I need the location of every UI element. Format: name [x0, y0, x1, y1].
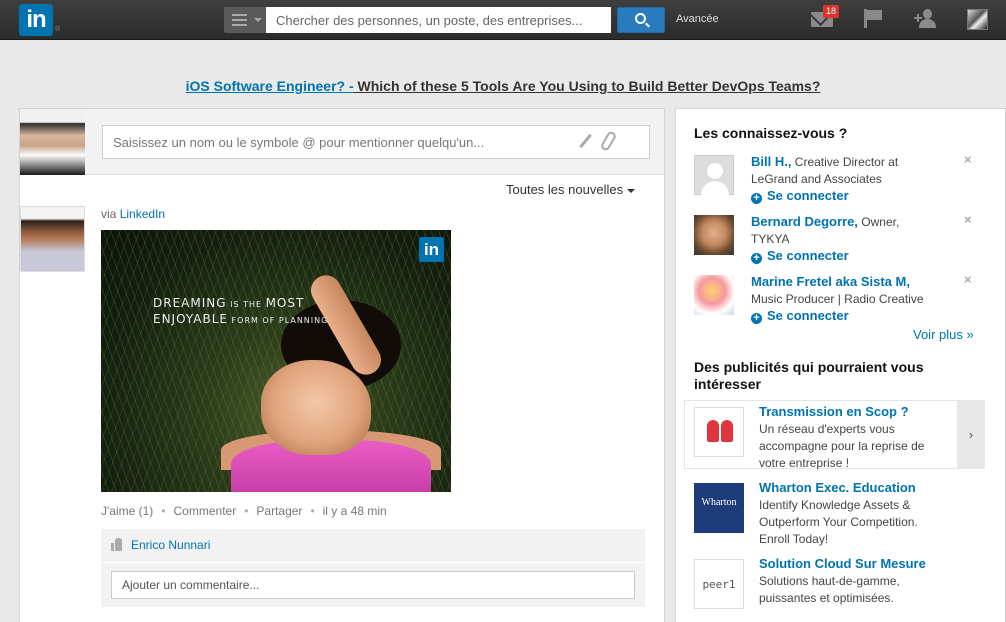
registered-mark: ®: [55, 26, 61, 33]
messages-count-badge: 18: [823, 5, 840, 18]
connect-button[interactable]: + Se connecter: [751, 188, 849, 204]
news-feed: Toutes les nouvelles via LinkedIn DREAMI…: [19, 108, 665, 622]
avatar[interactable]: [967, 9, 988, 30]
pymk-item: Bernard Degorre, Owner, TYKYA + Se connect…: [694, 212, 994, 273]
pymk-item: Marine Fretel aka Sista M, Music Producer…: [694, 272, 994, 333]
close-icon[interactable]: ×: [964, 272, 972, 287]
plus-icon: +: [751, 253, 762, 264]
pymk-item: Bill H., Creative Director at LeGrand and…: [694, 152, 994, 213]
avatar[interactable]: [694, 155, 734, 196]
linkedin-logo[interactable]: in: [19, 4, 53, 36]
linkedin-logo: in: [419, 237, 444, 262]
post-image[interactable]: DREAMING IS THE MOST ENJOYABLE FORM OF P…: [101, 230, 451, 492]
plus-icon: +: [751, 193, 762, 204]
share-update-input[interactable]: [102, 125, 650, 159]
thumbs-up-icon: [111, 538, 122, 551]
connect-button[interactable]: + Se connecter: [751, 248, 849, 264]
post-timestamp[interactable]: il y a 48 min: [323, 504, 387, 518]
share-button[interactable]: Partager: [256, 504, 302, 518]
ad-title[interactable]: Transmission en Scop ?: [759, 404, 909, 419]
ad-logo[interactable]: peer1: [694, 559, 744, 609]
post-image-caption: DREAMING IS THE MOST ENJOYABLE FORM OF P…: [153, 296, 329, 326]
person-name[interactable]: Bill H.,: [751, 154, 791, 169]
avatar[interactable]: [694, 215, 734, 255]
like-button[interactable]: J'aime (1): [101, 504, 153, 518]
advanced-search-link[interactable]: Avancée: [676, 13, 719, 25]
likes-bar: Enrico Nunnari: [101, 529, 645, 562]
via-label: via: [101, 207, 117, 221]
close-icon[interactable]: ×: [964, 152, 972, 167]
pymk-title: Les connaissez-vous ?: [694, 125, 848, 141]
avatar[interactable]: [20, 109, 85, 175]
connect-button[interactable]: + Se connecter: [751, 308, 849, 324]
feed-filter-label: Toutes les nouvelles: [506, 182, 624, 197]
ad-logo[interactable]: [694, 407, 744, 457]
chevron-right-icon[interactable]: ›: [957, 400, 985, 469]
search-menu-button[interactable]: [224, 7, 266, 33]
top-navigation-bar: in ® Avancée 18: [0, 0, 1006, 40]
avatar[interactable]: [20, 206, 85, 272]
banner-ad[interactable]: iOS Software Engineer? - Which of these …: [0, 78, 1006, 94]
see-more-link[interactable]: Voir plus »: [913, 327, 974, 342]
post-actions: J'aime (1) • Commenter • Partager • il y a 48 …: [101, 504, 387, 518]
close-icon[interactable]: ×: [964, 212, 972, 227]
liker-name[interactable]: Enrico Nunnari: [131, 538, 210, 552]
chevron-down-icon: [254, 18, 262, 22]
person-name[interactable]: Bernard Degorre,: [751, 214, 858, 229]
ad-logo[interactable]: Wharton: [694, 483, 744, 533]
comment-button[interactable]: Commenter: [174, 504, 237, 518]
menu-icon: [232, 14, 247, 26]
ad-title[interactable]: Solution Cloud Sur Mesure: [759, 556, 926, 571]
post-source-link[interactable]: LinkedIn: [120, 207, 165, 221]
chevron-down-icon: [627, 188, 636, 193]
flag-icon[interactable]: [864, 9, 883, 28]
search-input[interactable]: [266, 7, 611, 33]
post-source: via LinkedIn: [101, 207, 165, 221]
ads-title: Des publicités qui pourraient vous intére…: [694, 359, 924, 392]
feed-filter-dropdown[interactable]: Toutes les nouvelles: [506, 182, 636, 197]
add-connection-icon[interactable]: [914, 9, 938, 29]
ad-title[interactable]: Wharton Exec. Education: [759, 480, 916, 495]
banner-ad-title[interactable]: iOS Software Engineer? -: [186, 78, 354, 94]
search-icon: [635, 13, 646, 24]
search-button[interactable]: [617, 7, 665, 33]
avatar[interactable]: [694, 275, 734, 315]
share-box: [20, 109, 664, 175]
person-name[interactable]: Marine Fretel aka Sista M,: [751, 274, 910, 289]
banner-ad-text[interactable]: Which of these 5 Tools Are You Using to …: [354, 78, 821, 94]
plus-icon: +: [751, 313, 762, 324]
right-rail: Les connaissez-vous ? Bill H., Creative …: [675, 108, 1006, 622]
comment-input[interactable]: [111, 571, 635, 599]
comment-bar: [101, 563, 645, 607]
